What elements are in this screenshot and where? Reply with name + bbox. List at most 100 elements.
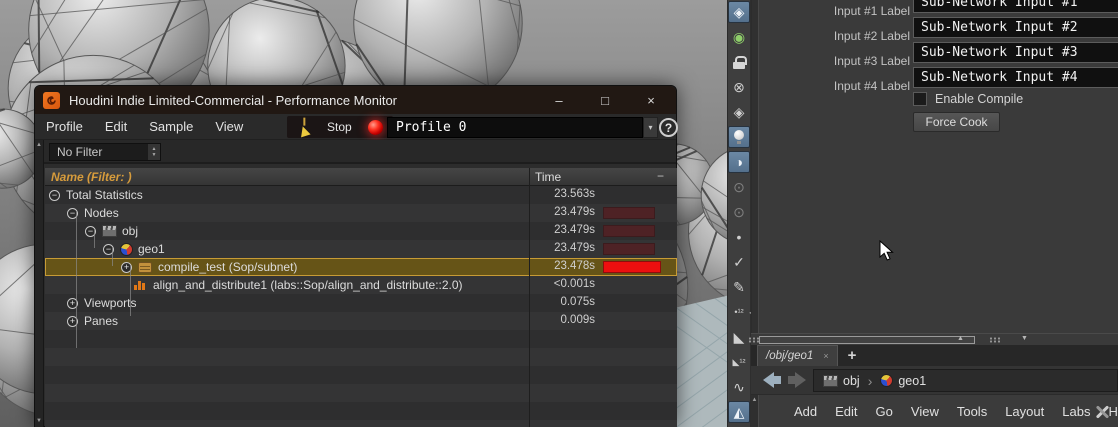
divider-grip2-icon[interactable] [989, 337, 1001, 343]
netmenu-labs[interactable]: Labs [1053, 404, 1099, 419]
window-titlebar[interactable]: Houdini Indie Limited-Commercial - Perfo… [35, 86, 676, 114]
row-time: 23.478s [554, 260, 595, 272]
filter-select[interactable]: No Filter ▲ ▼ [49, 143, 161, 161]
table-row[interactable]: − Total Statistics 23.563s [45, 186, 677, 204]
netmenu-view[interactable]: View [902, 404, 948, 419]
forward-arrow-icon[interactable] [788, 372, 806, 388]
menu-view[interactable]: View [204, 119, 254, 134]
row-content: + Viewports [67, 294, 136, 312]
row-label: Nodes [84, 206, 119, 220]
display-prims-icon[interactable]: ◣ [728, 326, 750, 348]
lock-icon[interactable] [728, 51, 750, 73]
breadcrumb-geo-icon [880, 374, 894, 387]
hint-diamond-icon[interactable]: ◈ [728, 101, 750, 123]
param-input-field[interactable]: Sub-Network Input #4 [913, 67, 1118, 88]
back-arrow-icon[interactable] [763, 372, 781, 388]
smooth-shading-ball-icon[interactable]: ◑ [728, 151, 750, 173]
netmenu-layout[interactable]: Layout [996, 404, 1053, 419]
clear-profile-broom-icon[interactable] [291, 117, 317, 137]
table-row[interactable]: − Nodes 23.479s [45, 204, 677, 222]
netmenu-tools[interactable]: Tools [948, 404, 996, 419]
snapping-options-icon[interactable]: ◉ [728, 26, 750, 48]
tab-obj-geo1[interactable]: /obj/geo1 × [757, 345, 838, 366]
table-row[interactable]: + compile_test (Sop/subnet) 23.478s [45, 258, 677, 276]
column-header-time[interactable]: Time [535, 170, 561, 184]
show-guides-eye-icon[interactable]: ⊙ [728, 176, 750, 198]
tab-label: /obj/geo1 [766, 350, 814, 362]
menu-edit[interactable]: Edit [94, 119, 138, 134]
minimize-button[interactable]: – [542, 89, 576, 111]
netmenu-edit[interactable]: Edit [826, 404, 866, 419]
row-time: 23.479s [554, 224, 595, 236]
markup-pen-icon[interactable]: ✎ [728, 276, 750, 298]
panel-scrollbar[interactable] [752, 0, 759, 333]
network-menubar: ▲ AddEditGoViewToolsLayoutLabsHelp [751, 394, 1118, 427]
node-subnet-icon [138, 261, 152, 273]
row-time: 23.479s [554, 242, 595, 254]
empty-row [45, 348, 677, 366]
param-input-field[interactable]: Sub-Network Input #1 [913, 0, 1118, 13]
maximize-button[interactable]: □ [588, 89, 622, 111]
divider-scrollbar[interactable] [759, 336, 975, 344]
display-options-toolbar: ◈ ◉ ⊗ ◈ ◑ ⊙ ⊙ • ✓ ✎ •¹² ◣ ◣¹² ∿ ◭ [727, 0, 751, 427]
selection-mode-icon[interactable]: ◈ [728, 1, 750, 23]
menu-sample[interactable]: Sample [138, 119, 204, 134]
collapse-column-icon[interactable]: − [657, 169, 664, 183]
curve-profile-icon[interactable]: ∿ [728, 376, 750, 398]
menu-profile[interactable]: Profile [35, 119, 94, 134]
close-button[interactable]: × [634, 89, 668, 111]
column-divider[interactable] [529, 168, 530, 427]
headlight-bulb-icon[interactable] [728, 126, 750, 148]
breadcrumb-obj[interactable]: obj [823, 374, 860, 388]
table-row[interactable]: + Panes 0.009s [45, 312, 677, 330]
node-bars-icon [134, 279, 147, 291]
force-cook-button[interactable]: Force Cook [913, 112, 1000, 132]
divider-down-arrow-icon[interactable]: ▼ [1021, 335, 1028, 342]
new-tab-button[interactable]: + [843, 347, 861, 364]
profile-dropdown-arrow-icon[interactable]: ▾ [643, 117, 658, 138]
tools-wrench-icon[interactable] [1094, 404, 1110, 420]
column-header-name[interactable]: Name (Filter: ) [51, 170, 132, 184]
record-indicator-icon[interactable] [367, 119, 383, 135]
table-row[interactable]: − geo1 23.479s [45, 240, 677, 258]
network-tab-bar: /obj/geo1 × + [751, 345, 1118, 366]
table-header[interactable]: Name (Filter: ) Time − [45, 168, 677, 186]
table-row[interactable]: + Viewports 0.075s [45, 294, 677, 312]
menu-scroll-strip[interactable]: ▲ [751, 395, 759, 427]
table-row[interactable]: − obj 23.479s [45, 222, 677, 240]
window-menubar: Profile Edit Sample View Stop Profile 0 ▾ ? [35, 114, 678, 140]
tree-line [94, 230, 95, 248]
row-content: + compile_test (Sop/subnet) [121, 258, 297, 276]
netmenu-add[interactable]: Add [785, 404, 826, 419]
show-geo-eye-icon[interactable]: ⊙ [728, 201, 750, 223]
breadcrumb-separator-icon: › [867, 372, 873, 389]
left-gutter-scrollbar[interactable]: ▲ ▼ [35, 140, 44, 427]
expander-minus-icon[interactable]: − [49, 189, 60, 201]
display-cone-icon[interactable]: ◭ [728, 401, 750, 423]
row-content: − obj [85, 222, 138, 240]
tab-close-icon[interactable]: × [823, 351, 828, 361]
network-nav-bar: obj › geo1 [751, 366, 1118, 394]
profile-name-field[interactable]: Profile 0 [387, 117, 643, 138]
disable-circle-icon[interactable]: ⊗ [728, 76, 750, 98]
pane-divider[interactable]: ▲ ▼ [748, 333, 1118, 345]
display-normals-icon[interactable]: ✓ [728, 251, 750, 273]
divider-up-arrow-icon[interactable]: ▲ [957, 335, 964, 342]
param-input-field[interactable]: Sub-Network Input #3 [913, 42, 1118, 63]
breadcrumb-geo1[interactable]: geo1 [880, 374, 926, 388]
prim-numbers-icon[interactable]: ◣¹² [728, 351, 750, 373]
param-input-field[interactable]: Sub-Network Input #2 [913, 17, 1118, 38]
enable-compile-label: Enable Compile [935, 92, 1024, 106]
netmenu-go[interactable]: Go [867, 404, 902, 419]
table-row[interactable]: align_and_distribute1 (labs::Sop/align_a… [45, 276, 677, 294]
time-bar [603, 225, 655, 237]
display-points-icon[interactable]: • [728, 226, 750, 248]
stop-button[interactable]: Stop [317, 120, 362, 134]
menu-items: Profile Edit Sample View [35, 119, 254, 134]
help-icon[interactable]: ? [659, 118, 678, 137]
filter-spinner-icon[interactable]: ▲ ▼ [148, 144, 160, 160]
enable-compile-checkbox[interactable] [913, 92, 927, 106]
point-numbers-icon[interactable]: •¹² [728, 301, 750, 323]
network-breadcrumb[interactable]: obj › geo1 [813, 369, 1118, 392]
breadcrumb-objdir-icon [823, 374, 838, 387]
